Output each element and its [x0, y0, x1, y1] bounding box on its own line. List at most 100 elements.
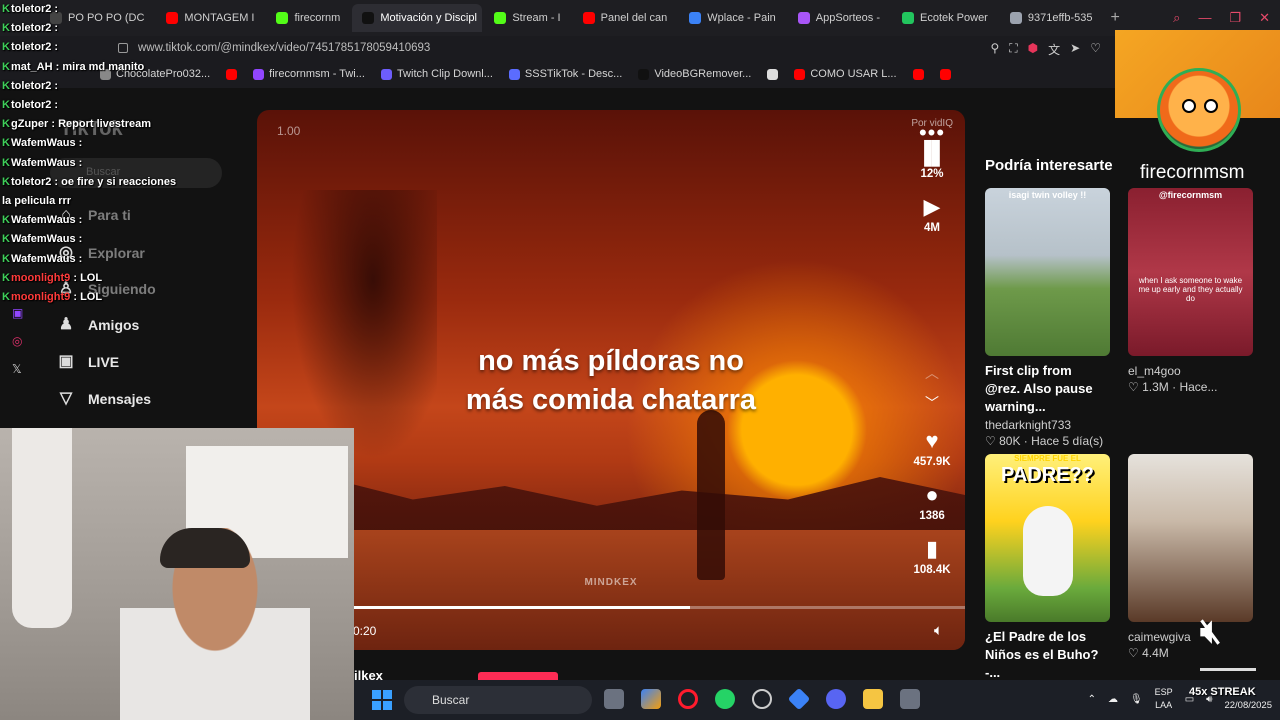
browser-tab[interactable]: Panel del can — [573, 4, 678, 32]
card-title[interactable]: First clip from @rez. Also pause warning… — [985, 362, 1110, 416]
chat-username[interactable]: toletor2 — [11, 22, 51, 34]
caption-line-2: más comida chatarra — [465, 384, 757, 416]
language-indicator[interactable]: ESP LAA — [1155, 686, 1173, 712]
video-thumbnail[interactable]: @firecornmsm when I ask someone to wake m… — [1128, 188, 1253, 356]
browser-tab[interactable]: Motivación y Discipl — [352, 4, 483, 32]
apps-grid-icon[interactable] — [900, 689, 920, 709]
nav-item[interactable]: ▣ LIVE — [56, 353, 119, 371]
bookmark-item[interactable] — [939, 68, 951, 80]
card-date: Hace 5 día(s) — [1031, 434, 1104, 448]
browser-tab[interactable]: 9371effb-535 — [1000, 4, 1103, 32]
bookmark-item[interactable] — [912, 68, 924, 80]
vpn-icon[interactable] — [787, 687, 811, 711]
browser-tab[interactable]: Ecotek Power — [892, 4, 998, 32]
discord-icon[interactable] — [826, 689, 846, 709]
bookmark-item[interactable]: firecornmsm - Twi... — [253, 68, 365, 80]
chat-username[interactable]: WafemWaus — [11, 137, 76, 149]
chat-username[interactable]: toletor2 — [11, 176, 51, 188]
nav-item-label: LIVE — [88, 354, 120, 370]
chat-text: la pelicula rrr — [2, 195, 72, 208]
progress-bar[interactable] — [353, 606, 965, 609]
thumbnail-caption: when I ask someone to wake me up early a… — [1138, 276, 1243, 303]
x-icon[interactable]: 𝕏 — [12, 362, 23, 376]
maximize-icon[interactable]: ❐ — [1229, 10, 1241, 26]
card-author[interactable]: thedarknight733 — [985, 418, 1110, 432]
cloud-icon[interactable]: ☁ — [1108, 694, 1118, 705]
comment-icon: ● — [925, 482, 939, 507]
copilot-icon[interactable] — [641, 689, 661, 709]
bookmark-item[interactable]: Twitch Clip Downl... — [380, 68, 493, 80]
recommended-video-card[interactable]: isagi twin volley !! First clip from @rez… — [985, 188, 1110, 448]
chat-separator: : — [51, 41, 59, 54]
like-button[interactable]: ♥ 457.9K — [906, 428, 958, 468]
chat-username[interactable]: toletor2 — [11, 3, 51, 15]
opera-icon[interactable] — [678, 689, 698, 709]
browser-tab[interactable]: AppSorteos - — [788, 4, 890, 32]
playback-speed[interactable]: 1.00 — [277, 124, 300, 138]
taskbar-search[interactable]: Buscar — [404, 686, 592, 714]
pin-icon[interactable]: ⚲ — [990, 41, 999, 58]
chat-username[interactable]: toletor2 — [11, 80, 51, 92]
screen: PO PO PO (DC MONTAGEM Ifirecornm Motivació… — [0, 0, 1280, 720]
address-bar-icons: ⚲ ⛶ ⬢ 文 ➤ ♡ — [990, 41, 1101, 58]
shield-icon[interactable]: ⬢ — [1028, 41, 1038, 58]
card-title[interactable]: ¿El Padre de los Niños es el Buho? -... — [985, 628, 1110, 682]
bookmark-item[interactable]: VideoBGRemover... — [638, 68, 751, 80]
play-count-button[interactable]: ▶ 4M — [906, 194, 958, 234]
send-icon[interactable]: ➤ — [1070, 41, 1080, 58]
mic-icon[interactable]: 🎙︎ — [1130, 694, 1143, 705]
twitch-icon[interactable]: ▣ — [12, 306, 23, 320]
heart-icon[interactable]: ♡ — [1090, 41, 1101, 58]
video-info-strip: ilkex — [354, 650, 965, 683]
save-button[interactable]: ▮ 108.4K — [906, 536, 958, 576]
recommended-video-card[interactable]: @firecornmsm when I ask someone to wake m… — [1128, 188, 1253, 394]
video-thumbnail[interactable]: SIEMPRE FUE EL PADRE?? — [985, 454, 1110, 622]
bookmark-item[interactable]: SSSTikTok - Desc... — [508, 68, 622, 80]
instagram-icon[interactable]: ◎ — [12, 334, 23, 348]
chat-username[interactable]: moonlight9 — [11, 291, 70, 303]
windows-start-icon[interactable] — [372, 690, 392, 710]
stats-button[interactable]: ▐▌ 12% — [906, 140, 958, 180]
chat-username[interactable]: mat_AH — [11, 61, 53, 73]
browser-tab[interactable]: Stream - I — [484, 4, 570, 32]
crop-icon[interactable]: ⛶ — [1009, 41, 1017, 58]
chat-username[interactable]: WafemWaus — [11, 214, 76, 226]
chat-username[interactable]: WafemWaus — [11, 157, 76, 169]
card-author[interactable]: el_m4goo — [1128, 364, 1253, 378]
close-icon[interactable]: ✕ — [1259, 10, 1270, 26]
bookmark-item[interactable] — [767, 68, 779, 80]
chat-username[interactable]: WafemWaus — [11, 233, 76, 245]
clock-app-icon[interactable] — [752, 689, 772, 709]
browser-tab[interactable]: firecornm — [266, 4, 350, 32]
chat-username[interactable]: gZuper — [11, 118, 48, 130]
next-video-button[interactable]: ﹀ — [906, 390, 958, 416]
kick-badge-icon: K — [2, 3, 11, 15]
video-player[interactable]: 1.00 Por vidIQ no más píldoras no más co… — [257, 110, 965, 650]
progress-fill — [353, 606, 690, 609]
search-icon[interactable]: ⌕ — [1173, 10, 1180, 26]
recommended-video-card[interactable]: SIEMPRE FUE EL PADRE?? ¿El Padre de los Ni… — [985, 454, 1110, 698]
chat-username[interactable]: WafemWaus — [11, 253, 76, 265]
whatsapp-icon[interactable] — [715, 689, 735, 709]
chevron-up-icon[interactable]: ⌃ — [1088, 694, 1096, 705]
minimize-icon[interactable]: — — [1198, 10, 1211, 26]
chat-username[interactable]: toletor2 — [11, 41, 51, 53]
prev-video-button[interactable]: ︿ — [906, 360, 958, 386]
comment-button[interactable]: ● 1386 — [906, 482, 958, 522]
volume-icon[interactable]: 🔈︎ — [934, 622, 943, 639]
task-view-icon[interactable] — [604, 689, 624, 709]
browser-tab[interactable]: Wplace - Pain — [679, 4, 785, 32]
chat-message: K WafemWaus : — [0, 154, 250, 173]
nav-item[interactable]: ▽ Mensajes — [56, 390, 151, 408]
chat-username[interactable]: toletor2 — [11, 99, 51, 111]
bookmark-item[interactable]: COMO USAR L... — [794, 68, 897, 80]
new-tab-button[interactable]: + — [1111, 9, 1120, 27]
video-thumbnail[interactable] — [1128, 454, 1253, 622]
translate-icon[interactable]: 文 — [1048, 41, 1060, 58]
chat-username[interactable]: moonlight9 — [11, 272, 70, 284]
video-thumbnail[interactable]: isagi twin volley !! — [985, 188, 1110, 356]
file-explorer-icon[interactable] — [863, 689, 883, 709]
person-silhouette — [697, 410, 725, 580]
nav-item[interactable]: ♟ Amigos — [56, 316, 140, 334]
follow-button[interactable] — [478, 672, 558, 680]
